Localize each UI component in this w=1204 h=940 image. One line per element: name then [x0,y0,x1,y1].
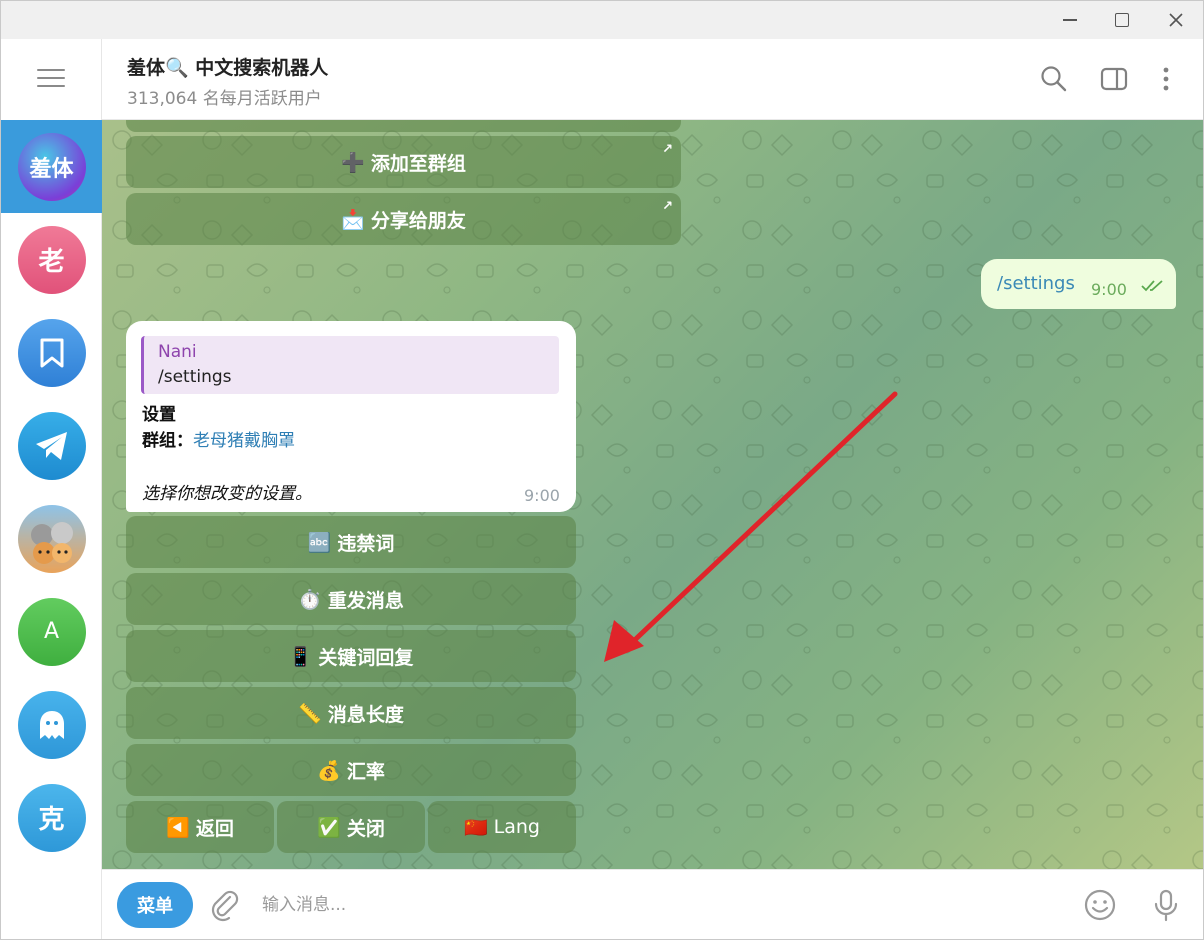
quote-text: /settings [158,367,232,387]
search-icon[interactable] [1038,63,1070,95]
back-button[interactable]: ◀️ 返回 [126,801,274,853]
button-label: 关键词回复 [318,646,414,669]
add-to-group-button[interactable]: ➕ 添加至群组 ↗ [126,136,681,188]
reply-quote[interactable]: Nani /settings [141,336,559,394]
back-arrow-icon: ◀️ [166,816,190,839]
settings-prompt: 选择你想改变的设置。 [142,484,312,504]
minimize-icon [1063,19,1077,21]
phone-icon: 📱 [288,645,313,668]
sidebar-chat-ghost[interactable] [1,678,102,771]
abc-icon: 🔤 [307,531,332,554]
avatar: A [17,597,86,666]
app-window: 羞体 老 A 克 羞体🔍 中文搜索机器人 313,064 名每月活跃用户 ➕ 添… [0,0,1204,940]
avatar: 羞体 [17,132,86,201]
sidebar-chat-cats[interactable] [1,492,102,585]
message-composer: 菜单 [102,869,1203,939]
envelope-icon: 📩 [341,208,365,231]
china-flag-icon: 🇨🇳 [463,816,488,839]
button-label: Lang [493,816,540,838]
sidebar-chat-saved-messages[interactable] [1,306,102,399]
avatar [17,411,86,480]
button-label: 违禁词 [337,532,395,555]
button-label: 消息长度 [327,703,404,726]
ghost-icon [39,710,64,739]
button-label: 汇率 [346,760,385,783]
cats-icon [30,521,73,564]
avatar-label: 老 [38,247,65,277]
cats-avatar [17,504,86,573]
maximize-icon [1115,13,1129,27]
avatar-label: A [43,619,60,644]
exchange-rate-button[interactable]: 💰 汇率 [126,744,576,796]
quote-author: Nani [158,342,197,362]
microphone-icon[interactable] [1149,888,1183,922]
money-bag-icon: 💰 [317,759,341,782]
check-mark-icon: ✅ [317,816,341,839]
telegram-icon [35,431,67,460]
button-label: 添加至群组 [370,152,466,175]
keyword-reply-button[interactable]: 📱 关键词回复 [126,630,576,682]
close-settings-button[interactable]: ✅ 关闭 [277,801,425,853]
group-line: 群组：老母猪戴胸罩 [142,426,295,451]
settings-heading: 设置 [142,405,176,425]
plus-icon: ➕ [341,151,365,174]
bot-menu-button[interactable]: 菜单 [117,882,193,928]
outgoing-message[interactable]: /settings 9:00 [981,259,1176,309]
sidebar-chat-lao[interactable]: 老 [1,213,102,306]
inline-button-hidden[interactable] [126,120,681,132]
group-link[interactable]: 老母猪戴胸罩 [193,431,295,451]
button-label: 返回 [195,817,234,840]
sidebar-chat-xiuti[interactable]: 羞体 [1,120,102,213]
share-to-friends-button[interactable]: 📩 分享给朋友 ↗ [126,193,681,245]
sidebar-chat-ke[interactable]: 克 [1,771,102,864]
emoji-smile-icon[interactable] [1083,888,1117,922]
button-label: 分享给朋友 [370,209,466,232]
message-time: 9:00 [524,486,560,505]
chat-sidebar: 羞体 老 A 克 [1,39,102,939]
group-label: 群组： [142,431,193,451]
close-icon [1169,13,1183,27]
banned-words-button[interactable]: 🔤 违禁词 [126,516,576,568]
external-link-icon: ↗ [662,199,673,214]
sidebar-chat-a[interactable]: A [1,585,102,678]
message-text[interactable]: /settings [997,273,1075,294]
resend-message-button[interactable]: ⏱️ 重发消息 [126,573,576,625]
maximize-button[interactable] [1095,1,1149,39]
menu-hamburger-icon[interactable] [37,69,67,89]
read-checkmarks-icon [1141,280,1163,292]
avatar-label: 克 [38,805,65,835]
attach-paperclip-icon[interactable] [208,888,242,922]
message-time: 9:00 [1091,280,1127,299]
bookmark-icon [40,338,63,367]
title-bar [1,1,1203,39]
close-button[interactable] [1149,1,1203,39]
language-button[interactable]: 🇨🇳 Lang [428,801,576,853]
incoming-message[interactable]: Nani /settings 设置 群组：老母猪戴胸罩 选择你想改变的设置。 9… [126,321,576,512]
avatar [17,318,86,387]
stopwatch-icon: ⏱️ [298,588,322,611]
sidebar-chat-telegram[interactable] [1,399,102,492]
more-options-icon[interactable] [1150,63,1182,95]
chat-title[interactable]: 羞体🔍 中文搜索机器人 [127,53,328,80]
button-label: 重发消息 [327,589,404,612]
avatar-label: 羞体 [29,156,74,182]
minimize-button[interactable] [1043,1,1097,39]
sidebar-toggle-icon[interactable] [1098,63,1130,95]
avatar: 克 [17,783,86,852]
annotation-arrow [604,391,898,662]
external-link-icon: ↗ [662,142,673,157]
message-length-button[interactable]: 📏 消息长度 [126,687,576,739]
message-input[interactable] [262,887,1042,923]
chat-header: 羞体🔍 中文搜索机器人 313,064 名每月活跃用户 [102,39,1203,120]
chat-messages-area[interactable]: ➕ 添加至群组 ↗ 📩 分享给朋友 ↗ /settings 9:00 Nani … [102,120,1203,869]
ruler-icon: 📏 [298,702,322,725]
chat-subtitle: 313,064 名每月活跃用户 [127,89,322,109]
avatar: 老 [17,225,86,294]
avatar [17,690,86,759]
button-label: 关闭 [346,817,385,840]
